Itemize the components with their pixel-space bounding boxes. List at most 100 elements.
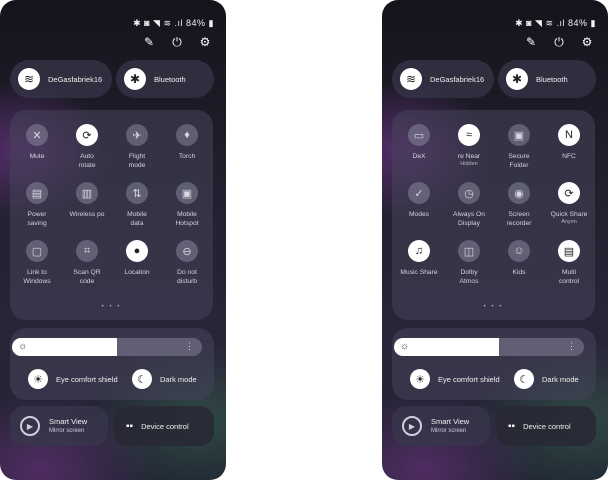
brightness-slider[interactable]: ☼ ⋮ <box>394 338 584 356</box>
tile-flight-mode[interactable]: ✈ Flight mode <box>112 124 162 170</box>
brightness-slider[interactable]: ☼ ⋮ <box>12 338 202 356</box>
tile-do-not-disturb[interactable]: ⊖ Do not disturb <box>162 240 212 286</box>
more-icon[interactable]: ⋮ <box>185 341 194 352</box>
tile-auto-rotate[interactable]: ⟳ Auto rotate <box>62 124 112 170</box>
re-near-icon: ≈ <box>458 124 480 146</box>
tile-label: Secure Folder <box>508 153 530 170</box>
tile-dolby-atmos[interactable]: ◫ Dolby Atmos <box>444 240 494 286</box>
tile-label: Power saving <box>27 211 47 228</box>
tile-label: Modes <box>408 211 430 218</box>
kids-icon: ☺ <box>508 240 530 262</box>
tile-label: Mobile data <box>127 211 147 228</box>
mobile-hotspot-icon: ▣ <box>176 182 198 204</box>
mobile-data-icon: ⇅ <box>126 182 148 204</box>
smart-view-subtitle: Mirror screen <box>431 428 467 435</box>
tile-label: Auto rotate <box>78 153 96 170</box>
wifi-tile[interactable]: ≋ DeGasfabriek16 <box>392 60 494 98</box>
eye-comfort-icon: ☀ <box>28 369 48 389</box>
eye-comfort-toggle[interactable]: ☀ Eye comfort shield <box>410 369 500 389</box>
bluetooth-label: Bluetooth <box>154 74 186 84</box>
bluetooth-tile[interactable]: ✱ Bluetooth <box>116 60 214 98</box>
location-icon: ● <box>126 240 148 262</box>
scan-qr-code-icon: ⌗ <box>76 240 98 262</box>
eye-comfort-label: Eye comfort shield <box>56 374 118 384</box>
brightness-fill <box>12 338 117 356</box>
tile-label: Link to Windows <box>23 269 51 286</box>
device-control-button[interactable]: ▪▪ Device control <box>496 406 596 446</box>
pencil-icon[interactable]: ✎ <box>142 35 156 49</box>
power-icon[interactable]: ⏻ <box>170 35 184 49</box>
device-control-label: Device control <box>141 421 189 431</box>
pencil-icon[interactable]: ✎ <box>524 35 538 49</box>
eye-comfort-label: Eye comfort shield <box>438 374 500 384</box>
wifi-icon: ≋ <box>18 68 40 90</box>
bluetooth-icon: ✱ <box>124 68 146 90</box>
wifi-tile[interactable]: ≋ DeGasfabriek16 <box>10 60 112 98</box>
dark-mode-label: Dark mode <box>542 374 579 384</box>
torch-icon: ♦ <box>176 124 198 146</box>
tile-label: Multi control <box>558 269 580 286</box>
secure-folder-icon: ▣ <box>508 124 530 146</box>
tile-label: Always On Display <box>453 211 485 228</box>
wifi-icon: ≋ <box>400 68 422 90</box>
tile-screen-recorder[interactable]: ◉ Screen recorder <box>494 182 544 228</box>
page-indicator: • • • <box>101 304 122 310</box>
gear-icon[interactable]: ⚙ <box>198 35 212 49</box>
bluetooth-icon: ✱ <box>506 68 528 90</box>
eye-comfort-icon: ☀ <box>410 369 430 389</box>
tile-location[interactable]: ● Location <box>112 240 162 277</box>
tile-nfc[interactable]: N NFC <box>544 124 594 161</box>
tile-multi-control[interactable]: ▤ Multi control <box>544 240 594 286</box>
tile-mobile-hotspot[interactable]: ▣ Mobile Hotspot <box>162 182 212 228</box>
tile-secure-folder[interactable]: ▣ Secure Folder <box>494 124 544 170</box>
tile-mute[interactable]: ✕ Mute <box>12 124 62 161</box>
eye-comfort-toggle[interactable]: ☀ Eye comfort shield <box>28 369 118 389</box>
tile-quick-share[interactable]: ⟳ Quick Share Anyon <box>544 182 594 225</box>
tile-sublabel: Anyon <box>561 219 577 226</box>
top-actions: ✎ ⏻ ⚙ <box>524 35 594 50</box>
link-to-windows-icon: ▢ <box>26 240 48 262</box>
tile-modes[interactable]: ✓ Modes <box>394 182 444 219</box>
brightness-fill <box>394 338 499 356</box>
tile-scan-qr-code[interactable]: ⌗ Scan QR code <box>62 240 112 286</box>
power-icon[interactable]: ⏻ <box>552 35 566 49</box>
auto-rotate-icon: ⟳ <box>76 124 98 146</box>
tile-link-to-windows[interactable]: ▢ Link to Windows <box>12 240 62 286</box>
more-icon[interactable]: ⋮ <box>567 341 576 352</box>
play-icon: ▶ <box>402 416 422 436</box>
do-not-disturb-icon: ⊖ <box>176 240 198 262</box>
dex-icon: ▭ <box>408 124 430 146</box>
tile-label: DeX <box>412 153 426 160</box>
tile-power-saving[interactable]: ▤ Power saving <box>12 182 62 228</box>
tile-wireless-po[interactable]: ▥ Wireless po <box>62 182 112 219</box>
tile-always-on-display[interactable]: ◷ Always On Display <box>444 182 494 228</box>
modes-icon: ✓ <box>408 182 430 204</box>
dark-mode-toggle[interactable]: ☾ Dark mode <box>514 369 579 389</box>
bluetooth-tile[interactable]: ✱ Bluetooth <box>498 60 596 98</box>
sun-icon: ☼ <box>18 341 28 352</box>
tile-music-share[interactable]: ♫ Music Share <box>394 240 444 277</box>
device-control-button[interactable]: ▪▪ Device control <box>114 406 214 446</box>
quick-share-icon: ⟳ <box>558 182 580 204</box>
page-indicator: • • • <box>483 304 504 310</box>
smart-view-button[interactable]: ▶ Smart View Mirror screen <box>392 406 490 446</box>
tile-label: Wireless po <box>69 211 105 218</box>
device-control-label: Device control <box>523 421 571 431</box>
gear-icon[interactable]: ⚙ <box>580 35 594 49</box>
wifi-label: DeGasfabriek16 <box>430 74 485 84</box>
tile-label: Torch <box>178 153 196 160</box>
tile-re-near[interactable]: ≈ re Near Hidden <box>444 124 494 167</box>
dark-mode-toggle[interactable]: ☾ Dark mode <box>132 369 197 389</box>
multi-control-icon: ▤ <box>558 240 580 262</box>
mute-icon: ✕ <box>26 124 48 146</box>
play-icon: ▶ <box>20 416 40 436</box>
sun-icon: ☼ <box>400 341 410 352</box>
tile-dex[interactable]: ▭ DeX <box>394 124 444 161</box>
smart-view-button[interactable]: ▶ Smart View Mirror screen <box>10 406 108 446</box>
tile-sublabel: Hidden <box>460 161 478 168</box>
status-bar: ✱ ◙ ◥ ≋ .ıl 84% ▮ <box>133 18 214 28</box>
tile-kids[interactable]: ☺ Kids <box>494 240 544 277</box>
tile-mobile-data[interactable]: ⇅ Mobile data <box>112 182 162 228</box>
smart-view-title: Smart View <box>431 416 470 426</box>
tile-torch[interactable]: ♦ Torch <box>162 124 212 161</box>
